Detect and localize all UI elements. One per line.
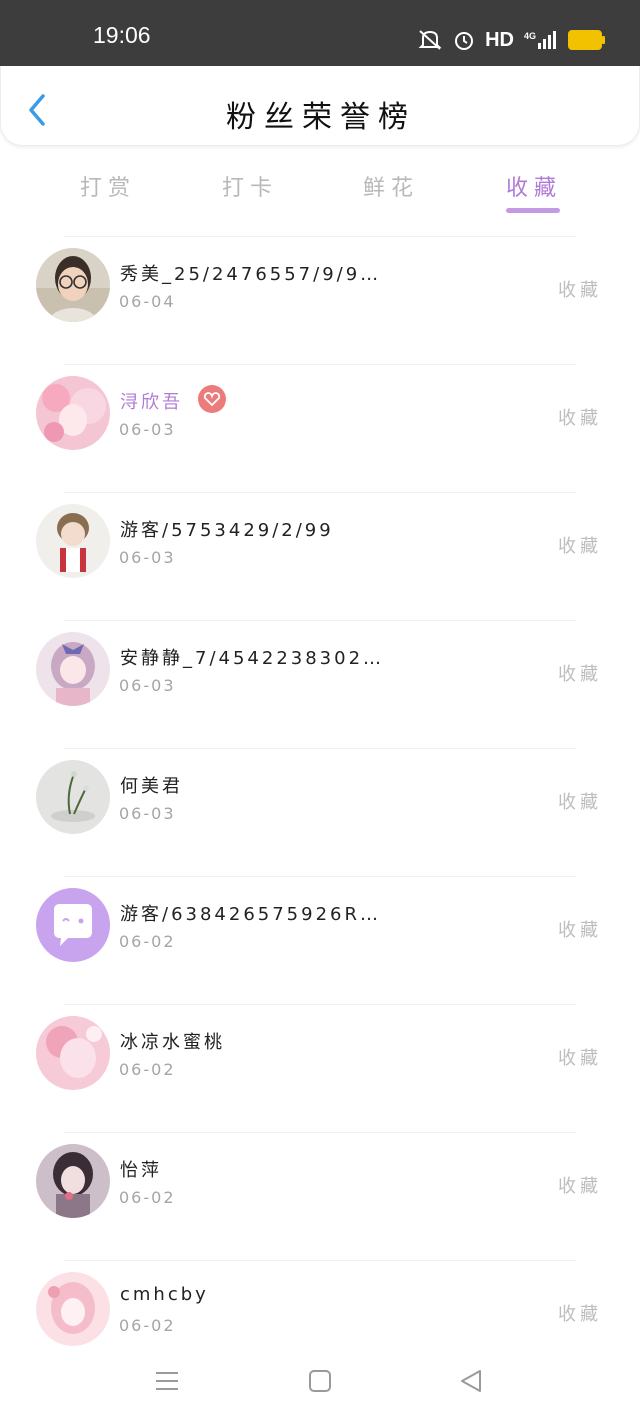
- user-name: cmhcby: [120, 1284, 209, 1305]
- date: 06-02: [119, 1060, 176, 1079]
- date: 06-02: [119, 1316, 176, 1335]
- date: 06-03: [119, 420, 176, 439]
- home-square-icon[interactable]: [308, 1368, 332, 1394]
- list-item[interactable]: 怡萍 06-02 收藏: [0, 1132, 640, 1260]
- list-item[interactable]: 安静静_7/4542238302… 06-03 收藏: [0, 620, 640, 748]
- avatar: [36, 632, 110, 706]
- user-name: 游客/5753429/2/99: [120, 520, 334, 541]
- action-label: 收藏: [558, 408, 602, 429]
- back-triangle-icon[interactable]: [458, 1368, 484, 1394]
- status-icons: HD 4G: [417, 26, 605, 54]
- avatar: [36, 760, 110, 834]
- status-bar: 19:06 HD 4G: [0, 0, 640, 66]
- action-label: 收藏: [558, 792, 602, 813]
- user-name: 冰凉水蜜桃: [120, 1032, 225, 1053]
- header: 粉丝荣誉榜: [0, 66, 640, 146]
- tab-favorites[interactable]: 收藏: [474, 170, 594, 202]
- action-label: 收藏: [558, 920, 602, 941]
- date: 06-02: [119, 1188, 176, 1207]
- list-item[interactable]: 冰凉水蜜桃 06-02 收藏: [0, 1004, 640, 1132]
- date: 06-04: [119, 292, 176, 311]
- page-title: 粉丝荣誉榜: [226, 100, 416, 135]
- avatar: [36, 504, 110, 578]
- alarm-icon: [455, 32, 474, 50]
- avatar: [36, 1144, 110, 1218]
- action-label: 收藏: [558, 1048, 602, 1069]
- status-time: 19:06: [93, 22, 151, 48]
- signal-icon: 4G: [524, 31, 556, 49]
- avatar: [36, 376, 110, 450]
- tab-checkin[interactable]: 打卡: [190, 170, 310, 202]
- date: 06-03: [119, 548, 176, 567]
- list-item[interactable]: 浔欣吾 06-03 收藏: [0, 364, 640, 492]
- avatar: [36, 1016, 110, 1090]
- user-name: 秀美_25/2476557/9/9…: [120, 264, 382, 285]
- avatar: [36, 248, 110, 322]
- user-name: 浔欣吾: [120, 392, 183, 413]
- user-name: 怡萍: [120, 1160, 162, 1181]
- fan-list: 秀美_25/2476557/9/9… 06-04 收藏 浔欣吾 06-03 收藏…: [0, 236, 640, 1388]
- user-name: 安静静_7/4542238302…: [120, 648, 385, 669]
- list-item[interactable]: 何美君 06-03 收藏: [0, 748, 640, 876]
- date: 06-02: [119, 932, 176, 951]
- avatar: [36, 1272, 110, 1346]
- date: 06-03: [119, 804, 176, 823]
- tab-flowers[interactable]: 鲜花: [331, 170, 451, 202]
- action-label: 收藏: [558, 1304, 602, 1325]
- tab-reward[interactable]: 打赏: [48, 170, 168, 202]
- action-label: 收藏: [558, 536, 602, 557]
- heart-badge-icon: [198, 385, 226, 413]
- svg-text:4G: 4G: [524, 31, 536, 41]
- list-item[interactable]: 游客/5753429/2/99 06-03 收藏: [0, 492, 640, 620]
- mute-bell-icon: [418, 30, 442, 50]
- battery-icon: [568, 30, 605, 50]
- system-nav-bar: [0, 1354, 640, 1422]
- menu-icon[interactable]: [154, 1368, 180, 1394]
- date: 06-03: [119, 676, 176, 695]
- action-label: 收藏: [558, 1176, 602, 1197]
- user-name: 何美君: [120, 776, 183, 797]
- action-label: 收藏: [558, 664, 602, 685]
- action-label: 收藏: [558, 280, 602, 301]
- tab-active-indicator: [506, 208, 560, 213]
- avatar: [36, 888, 110, 962]
- tab-bar: 打赏 打卡 鲜花 收藏: [0, 160, 640, 220]
- user-name: 游客/638426575926R…: [120, 904, 381, 925]
- network-type: HD: [485, 28, 514, 51]
- list-item[interactable]: 游客/638426575926R… 06-02 收藏: [0, 876, 640, 1004]
- list-item[interactable]: 秀美_25/2476557/9/9… 06-04 收藏: [0, 236, 640, 364]
